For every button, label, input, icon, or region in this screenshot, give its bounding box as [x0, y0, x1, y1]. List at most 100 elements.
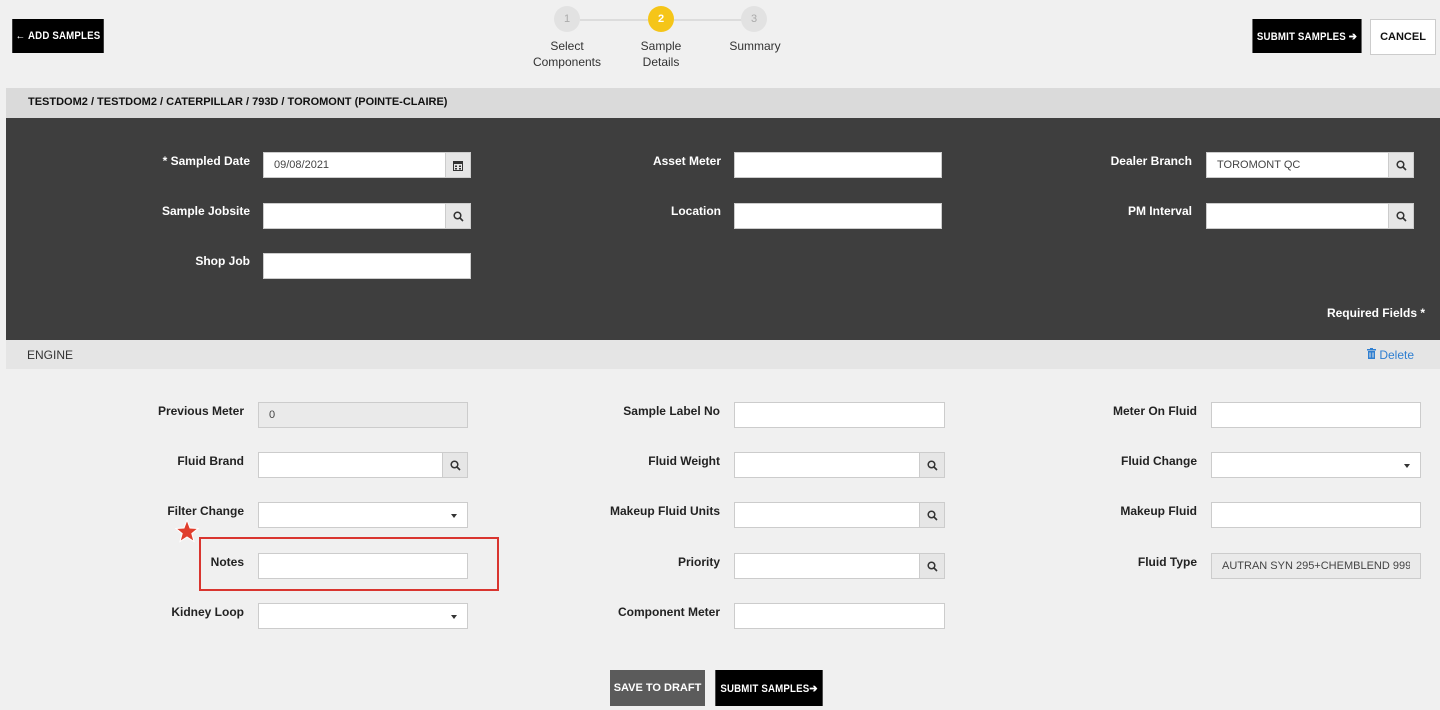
submit-samples-bottom-button[interactable]: SUBMIT SAMPLES➔	[715, 670, 823, 706]
calendar-icon[interactable]	[445, 153, 470, 177]
step-2-label-line1: Sample	[640, 39, 682, 53]
fluid-brand-field[interactable]	[258, 452, 468, 478]
component-meter-field[interactable]	[734, 603, 945, 629]
makeup-fluid-field[interactable]	[1211, 502, 1421, 528]
fluid-weight-field[interactable]	[734, 452, 945, 478]
trash-icon	[1367, 348, 1377, 362]
notes-highlight-box	[199, 537, 499, 591]
search-icon[interactable]	[919, 554, 944, 578]
fluid-change-select[interactable]	[1211, 452, 1421, 478]
step-3-label: Summary	[710, 38, 800, 54]
dealer-branch-field[interactable]	[1206, 152, 1414, 178]
shop-job-label: Shop Job	[195, 254, 250, 268]
priority-input[interactable]	[735, 554, 919, 578]
step-1-label-line2: Components	[532, 55, 602, 69]
shop-job-field[interactable]	[263, 253, 471, 279]
makeup-fluid-units-field[interactable]	[734, 502, 945, 528]
step-1-label-line1: Select	[550, 39, 584, 53]
kidney-loop-label: Kidney Loop	[171, 605, 244, 619]
search-icon[interactable]	[919, 453, 944, 477]
fluid-change-input[interactable]	[1212, 453, 1420, 477]
fluid-type-label: Fluid Type	[1137, 555, 1197, 569]
fluid-type-input	[1212, 554, 1420, 578]
step-2-label: Sample Details	[616, 38, 706, 70]
component-title: ENGINE	[27, 348, 74, 362]
component-meter-input[interactable]	[735, 604, 944, 628]
pm-interval-label: PM Interval	[1127, 204, 1192, 218]
filter-change-input[interactable]	[259, 503, 467, 527]
breadcrumb: TESTDOM2 / TESTDOM2 / CATERPILLAR / 793D…	[28, 96, 448, 108]
chevron-down-icon	[451, 514, 457, 518]
makeup-fluid-input[interactable]	[1212, 503, 1420, 527]
component-header: ENGINE Delete	[6, 340, 1440, 369]
sample-label-no-field[interactable]	[734, 402, 945, 428]
makeup-fluid-units-input[interactable]	[735, 503, 919, 527]
sample-label-no-label: Sample Label No	[623, 404, 720, 418]
search-icon[interactable]	[445, 204, 470, 228]
makeup-fluid-label: Makeup Fluid	[1120, 504, 1197, 518]
fluid-brand-label: Fluid Brand	[177, 454, 244, 468]
meter-on-fluid-input[interactable]	[1212, 403, 1420, 427]
priority-field[interactable]	[734, 553, 945, 579]
star-icon	[174, 518, 200, 546]
fluid-brand-input[interactable]	[259, 453, 442, 477]
fluid-weight-label: Fluid Weight	[648, 454, 720, 468]
shop-job-input[interactable]	[264, 254, 470, 278]
kidney-loop-select[interactable]	[258, 603, 468, 629]
save-to-draft-button[interactable]: SAVE TO DRAFT	[610, 670, 705, 706]
filter-change-label: Filter Change	[167, 504, 244, 518]
search-icon[interactable]	[442, 453, 467, 477]
breadcrumb-bar: TESTDOM2 / TESTDOM2 / CATERPILLAR / 793D…	[6, 88, 1440, 118]
fluid-type-field	[1211, 553, 1421, 579]
meter-on-fluid-field[interactable]	[1211, 402, 1421, 428]
sample-jobsite-label: Sample Jobsite	[161, 204, 250, 218]
location-label: Location	[671, 204, 721, 218]
filter-change-select[interactable]	[258, 502, 468, 528]
step-1-label: Select Components	[522, 38, 612, 70]
meter-on-fluid-label: Meter On Fluid	[1113, 404, 1197, 418]
sample-label-no-input[interactable]	[735, 403, 944, 427]
fluid-weight-input[interactable]	[735, 453, 919, 477]
step-2-label-line2: Details	[642, 55, 680, 69]
asset-meter-field[interactable]	[734, 152, 942, 178]
previous-meter-input	[259, 403, 467, 427]
previous-meter-field	[258, 402, 468, 428]
step-3-label-line1: Summary	[729, 39, 781, 53]
stepper-connector	[674, 19, 742, 21]
sample-jobsite-field[interactable]	[263, 203, 471, 229]
delete-component-link[interactable]: Delete	[1367, 348, 1414, 362]
pm-interval-input[interactable]	[1207, 204, 1388, 228]
sample-details-panel: * Sampled Date Sample Jobsite Shop Job A…	[6, 118, 1440, 340]
fluid-change-label: Fluid Change	[1121, 454, 1197, 468]
priority-label: Priority	[677, 555, 720, 569]
kidney-loop-input[interactable]	[259, 604, 467, 628]
location-field[interactable]	[734, 203, 942, 229]
sampled-date-label: * Sampled Date	[162, 154, 250, 168]
asset-meter-label: Asset Meter	[652, 154, 721, 168]
step-3-circle[interactable]: 3	[741, 6, 767, 32]
makeup-fluid-units-label: Makeup Fluid Units	[609, 504, 720, 518]
add-samples-button[interactable]: ← ADD SAMPLES	[12, 19, 104, 53]
chevron-down-icon	[1404, 464, 1410, 468]
stepper-connector	[580, 19, 648, 21]
required-fields-note: Required Fields *	[1326, 306, 1425, 320]
location-input[interactable]	[735, 204, 941, 228]
search-icon[interactable]	[1388, 204, 1413, 228]
sampled-date-field[interactable]	[263, 152, 471, 178]
pm-interval-field[interactable]	[1206, 203, 1414, 229]
component-meter-label: Component Meter	[618, 605, 720, 619]
dealer-branch-input[interactable]	[1207, 153, 1388, 177]
cancel-button[interactable]: CANCEL	[1370, 19, 1436, 55]
search-icon[interactable]	[1388, 153, 1413, 177]
submit-samples-top-button[interactable]: SUBMIT SAMPLES ➔	[1252, 19, 1362, 53]
search-icon[interactable]	[919, 503, 944, 527]
step-2-circle[interactable]: 2	[648, 6, 674, 32]
previous-meter-label: Previous Meter	[157, 404, 244, 418]
sampled-date-input[interactable]	[264, 153, 445, 177]
delete-label: Delete	[1379, 348, 1414, 362]
chevron-down-icon	[451, 615, 457, 619]
sample-jobsite-input[interactable]	[264, 204, 445, 228]
step-1-circle[interactable]: 1	[554, 6, 580, 32]
asset-meter-input[interactable]	[735, 153, 941, 177]
dealer-branch-label: Dealer Branch	[1110, 154, 1192, 168]
